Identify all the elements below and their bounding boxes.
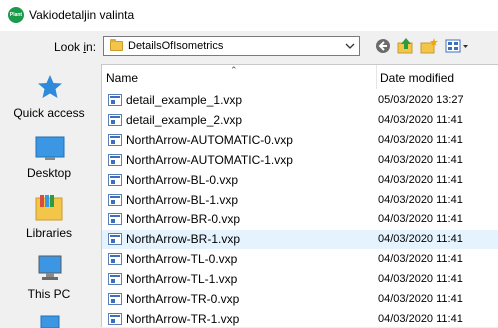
file-row[interactable]: NorthArrow-BR-1.vxp 04/03/2020 11:41 [102,230,498,250]
file-name: NorthArrow-BR-1.vxp [126,232,241,247]
file-name: NorthArrow-AUTOMATIC-1.vxp [126,152,293,167]
back-arrow-icon[interactable] [374,37,394,55]
vxp-file-icon [108,94,122,106]
file-row[interactable]: NorthArrow-TR-0.vxp 04/03/2020 11:41 [102,290,498,309]
file-date: 04/03/2020 11:41 [378,253,463,266]
vxp-file-icon [108,233,122,246]
file-date: 04/03/2020 11:41 [378,213,463,226]
file-name: NorthArrow-BR-0.vxp [126,212,241,227]
place-libraries[interactable]: Libraries [0,194,98,250]
file-date: 04/03/2020 11:41 [378,193,463,206]
vxp-file-icon [108,193,122,206]
file-date: 04/03/2020 11:41 [378,173,463,186]
folder-icon [110,39,123,51]
vxp-file-icon [108,273,122,286]
file-name: NorthArrow-BL-0.vxp [126,172,239,187]
place-desktop[interactable]: Desktop [0,134,98,190]
network-icon [40,315,60,328]
look-in-value: DetailsOfIsometrics [128,40,224,52]
file-name: NorthArrow-TL-0.vxp [126,252,238,267]
look-in-label: Look in: [54,40,97,54]
column-header-date-modified[interactable]: Date modified [376,65,498,89]
place-label: This PC [27,287,71,301]
column-header-name[interactable]: Name [106,65,372,89]
chevron-down-icon [345,43,355,49]
desktop-icon [35,136,65,160]
star-icon [38,75,62,98]
file-date: 04/03/2020 11:41 [378,273,463,286]
file-row[interactable]: NorthArrow-TL-0.vxp 04/03/2020 11:41 [102,250,498,269]
place-quick-access[interactable]: Quick access [0,74,98,130]
file-list[interactable]: ⌃ Name Date modified detail_example_1.vx… [101,64,498,327]
view-menu-icon[interactable] [444,37,470,55]
file-date: 04/03/2020 11:41 [378,312,463,325]
place-network[interactable] [0,314,98,328]
file-date: 04/03/2020 11:41 [378,153,463,166]
file-row[interactable]: NorthArrow-BR-0.vxp 04/03/2020 11:41 [102,210,498,229]
place-this-pc[interactable]: This PC [0,254,98,310]
file-name: detail_example_1.vxp [126,93,243,107]
vxp-file-icon [108,153,122,166]
file-date: 04/03/2020 11:41 [378,233,463,246]
vxp-file-icon [108,113,122,126]
new-folder-icon[interactable] [419,37,439,55]
place-label: Quick access [13,106,85,120]
file-row[interactable]: detail_example_2.vxp 04/03/2020 11:41 [102,111,498,130]
vxp-file-icon [108,173,122,186]
look-in-dropdown[interactable]: DetailsOfIsometrics [103,36,360,56]
file-row[interactable]: NorthArrow-AUTOMATIC-1.vxp 04/03/2020 11:… [102,151,498,170]
libraries-icon [35,195,63,221]
vxp-file-icon [108,253,122,266]
file-row[interactable]: detail_example_1.vxp 05/03/2020 13:27 [102,91,498,110]
file-name: NorthArrow-AUTOMATIC-0.vxp [126,132,293,147]
file-name: NorthArrow-BL-1.vxp [126,192,239,207]
file-date: 05/03/2020 13:27 [378,94,464,106]
app-icon: Plant [8,7,24,23]
window-title: Vakiodetaljin valinta [29,8,135,22]
computer-icon [38,255,62,280]
file-row[interactable]: NorthArrow-AUTOMATIC-0.vxp 04/03/2020 11:… [102,131,498,150]
file-row[interactable]: NorthArrow-TL-1.vxp 04/03/2020 11:41 [102,270,498,289]
file-name: NorthArrow-TL-1.vxp [126,272,238,287]
vxp-file-icon [108,312,122,325]
title-bar: Plant Vakiodetaljin valinta [0,0,498,31]
vxp-file-icon [108,213,122,226]
file-row[interactable]: NorthArrow-BL-0.vxp 04/03/2020 11:41 [102,171,498,190]
file-row[interactable]: NorthArrow-BL-1.vxp 04/03/2020 11:41 [102,191,498,210]
file-name: NorthArrow-TR-1.vxp [126,311,240,326]
vxp-file-icon [108,293,122,305]
file-date: 04/03/2020 11:41 [378,133,463,146]
file-date: 04/03/2020 11:41 [378,113,463,126]
file-row[interactable]: NorthArrow-TR-1.vxp 04/03/2020 11:41 [102,310,498,327]
place-label: Desktop [26,166,72,180]
vxp-file-icon [108,133,122,146]
places-bar: Quick access Desktop Libraries This PC [0,64,98,328]
file-name: detail_example_2.vxp [126,112,243,127]
place-label: Libraries [25,226,73,240]
file-name: NorthArrow-TR-0.vxp [126,292,240,306]
up-folder-icon[interactable] [396,37,416,55]
file-date: 04/03/2020 11:41 [378,293,463,305]
